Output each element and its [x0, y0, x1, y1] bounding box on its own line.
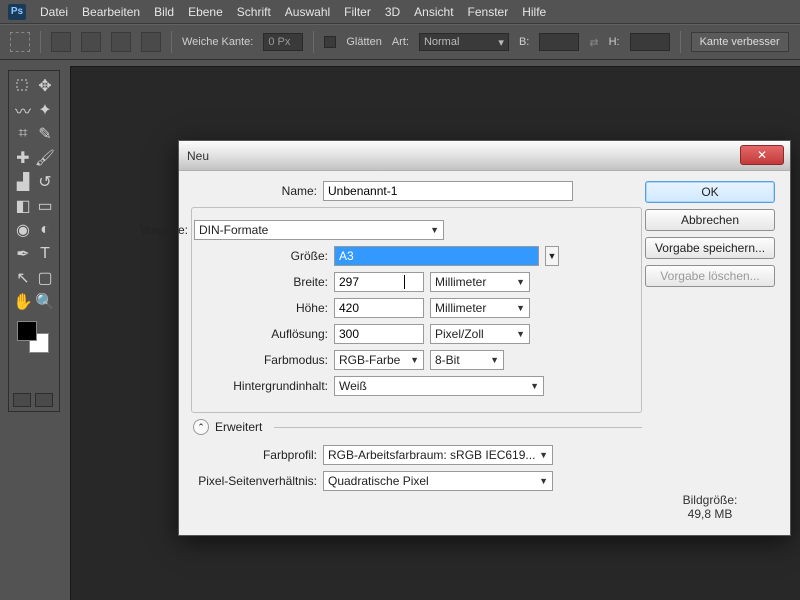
new-document-dialog: Neu ✕ Name: Vorgabe: DIN-Formate▼ Größe:…: [178, 140, 791, 536]
advanced-toggle[interactable]: ⌃ Erweitert: [193, 419, 642, 435]
tools-panel: ✥ 〰✦ ⌗✎ ✚🖌 ▟↺ ◧▭ ◉◐ ✒T ↖▢ ✋🔍: [8, 70, 60, 412]
size-dropdown-arrow[interactable]: ▼: [545, 246, 559, 266]
ok-button[interactable]: OK: [645, 181, 775, 203]
eyedropper-tool-icon[interactable]: ✎: [35, 123, 55, 145]
menu-item[interactable]: Auswahl: [285, 5, 330, 19]
app-logo: Ps: [8, 4, 26, 20]
antialias-label: Glätten: [346, 36, 381, 48]
color-swatches[interactable]: [13, 319, 55, 355]
divider: [680, 31, 681, 53]
cancel-button[interactable]: Abbrechen: [645, 209, 775, 231]
dodge-tool-icon[interactable]: ◐: [35, 219, 55, 241]
dialog-title: Neu: [187, 149, 209, 163]
pixelaspect-select[interactable]: Quadratische Pixel▼: [323, 471, 553, 491]
zoom-tool-icon[interactable]: 🔍: [35, 291, 55, 313]
filesize-label: Bildgröße:: [683, 493, 738, 507]
save-preset-button[interactable]: Vorgabe speichern...: [645, 237, 775, 259]
move-tool-icon[interactable]: [13, 75, 33, 97]
blur-tool-icon[interactable]: ◉: [13, 219, 33, 241]
crop-tool-icon[interactable]: ⌗: [13, 123, 33, 145]
eraser-tool-icon[interactable]: ◧: [13, 195, 33, 217]
foreground-color-swatch[interactable]: [17, 321, 37, 341]
height-unit-select[interactable]: Millimeter▼: [430, 298, 530, 318]
profile-label: Farbprofil:: [191, 448, 323, 462]
width-label: Breite:: [202, 275, 334, 289]
menu-item[interactable]: Fenster: [468, 5, 509, 19]
menu-item[interactable]: Ebene: [188, 5, 223, 19]
width-label: B:: [519, 36, 529, 48]
type-tool-icon[interactable]: T: [35, 243, 55, 265]
style-label: Art:: [392, 36, 409, 48]
height-label: Höhe:: [202, 301, 334, 315]
selection-add-icon[interactable]: [81, 32, 101, 52]
feather-label: Weiche Kante:: [182, 36, 253, 48]
background-select[interactable]: Weiß▼: [334, 376, 544, 396]
menu-item[interactable]: Datei: [40, 5, 68, 19]
resolution-input[interactable]: [334, 324, 424, 344]
filesize-value: 49,8 MB: [683, 507, 738, 521]
options-bar: Weiche Kante: Glätten Art: Normal▾ B: ⇄ …: [0, 24, 800, 60]
name-input[interactable]: [323, 181, 573, 201]
dialog-titlebar[interactable]: Neu ✕: [179, 141, 790, 171]
background-label: Hintergrundinhalt:: [202, 379, 334, 393]
size-select[interactable]: A3: [334, 246, 539, 266]
menu-item[interactable]: Bild: [154, 5, 174, 19]
menu-item[interactable]: Filter: [344, 5, 371, 19]
height-label: H:: [609, 36, 620, 48]
shape-tool-icon[interactable]: ▢: [35, 267, 55, 289]
menubar: Ps Datei Bearbeiten Bild Ebene Schrift A…: [0, 0, 800, 24]
pixelaspect-label: Pixel-Seitenverhältnis:: [191, 474, 323, 488]
text-cursor: [404, 275, 405, 289]
marquee-tool-icon[interactable]: [10, 32, 30, 52]
menu-item[interactable]: Bearbeiten: [82, 5, 140, 19]
hand-tool-icon[interactable]: ✋: [13, 291, 33, 313]
menu-item[interactable]: 3D: [385, 5, 400, 19]
wand-tool-icon[interactable]: ✦: [35, 99, 55, 121]
colormode-select[interactable]: RGB-Farbe▼: [334, 350, 424, 370]
resolution-label: Auflösung:: [202, 327, 334, 341]
profile-select[interactable]: RGB-Arbeitsfarbraum: sRGB IEC619...▼: [323, 445, 553, 465]
colormode-label: Farbmodus:: [202, 353, 334, 367]
selection-intersect-icon[interactable]: [141, 32, 161, 52]
preset-label: Vorgabe:: [84, 223, 194, 237]
screenmode-icon[interactable]: [35, 393, 53, 407]
width-input[interactable]: [539, 33, 579, 51]
advanced-label: Erweitert: [215, 420, 262, 434]
stamp-tool-icon[interactable]: ▟: [13, 171, 33, 193]
divider: [40, 31, 41, 53]
menu-item[interactable]: Schrift: [237, 5, 271, 19]
name-label: Name:: [191, 184, 323, 198]
history-brush-icon[interactable]: ↺: [35, 171, 55, 193]
height-input[interactable]: [334, 298, 424, 318]
close-button[interactable]: ✕: [740, 145, 784, 165]
delete-preset-button: Vorgabe löschen...: [645, 265, 775, 287]
lasso-tool-icon[interactable]: 〰: [13, 99, 33, 121]
pen-tool-icon[interactable]: ✒: [13, 243, 33, 265]
width-unit-select[interactable]: Millimeter▼: [430, 272, 530, 292]
selection-new-icon[interactable]: [51, 32, 71, 52]
quickmask-icon[interactable]: [13, 393, 31, 407]
brush-tool-icon[interactable]: 🖌: [35, 147, 55, 169]
bitdepth-select[interactable]: 8-Bit▼: [430, 350, 504, 370]
style-select[interactable]: Normal▾: [419, 33, 509, 51]
width-input[interactable]: [334, 272, 424, 292]
selection-subtract-icon[interactable]: [111, 32, 131, 52]
refine-edge-button[interactable]: Kante verbesser: [691, 32, 789, 52]
move-arrow-icon[interactable]: ✥: [35, 75, 55, 97]
heal-tool-icon[interactable]: ✚: [13, 147, 33, 169]
antialias-checkbox[interactable]: [324, 36, 336, 48]
feather-input[interactable]: [263, 33, 303, 51]
menu-item[interactable]: Ansicht: [414, 5, 453, 19]
divider: [313, 31, 314, 53]
divider: [171, 31, 172, 53]
path-select-icon[interactable]: ↖: [13, 267, 33, 289]
gradient-tool-icon[interactable]: ▭: [35, 195, 55, 217]
preset-select[interactable]: DIN-Formate▼: [194, 220, 444, 240]
chevron-up-icon: ⌃: [193, 419, 209, 435]
height-input[interactable]: [630, 33, 670, 51]
menu-item[interactable]: Hilfe: [522, 5, 546, 19]
size-label: Größe:: [202, 249, 334, 263]
resolution-unit-select[interactable]: Pixel/Zoll▼: [430, 324, 530, 344]
